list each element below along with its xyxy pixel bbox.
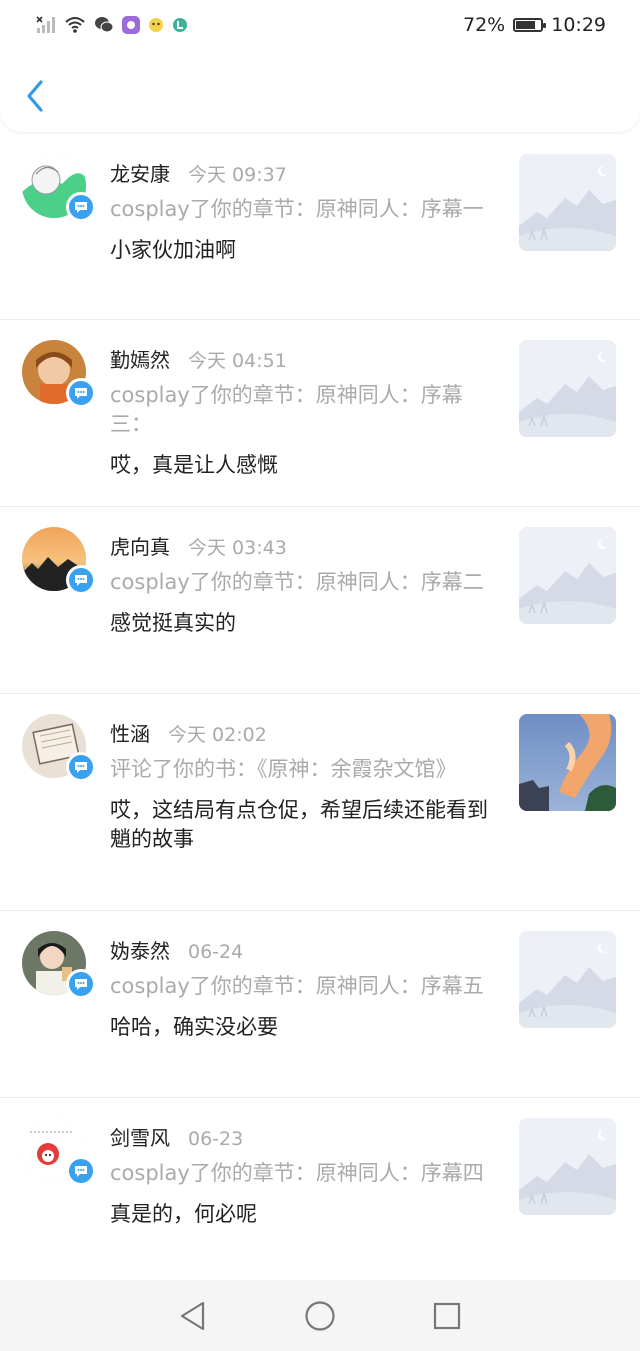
- chapter-thumbnail[interactable]: [519, 1118, 616, 1215]
- nav-home-button[interactable]: [300, 1296, 340, 1336]
- circle-home-icon: [305, 1300, 335, 1331]
- square-recents-icon: [433, 1302, 460, 1329]
- comment-badge: [66, 565, 96, 595]
- name-row: 龙安康 今天 09:37: [110, 158, 490, 187]
- chapter-thumbnail[interactable]: [519, 931, 616, 1028]
- timestamp: 今天 02:02: [168, 724, 267, 746]
- comment-badge: [66, 1156, 96, 1186]
- system-nav-bar: [0, 1280, 640, 1351]
- signal-icon: [36, 16, 56, 34]
- status-bar: 72% 10:29: [0, 0, 640, 50]
- header: 72% 10:29: [0, 0, 640, 132]
- nav-recents-button[interactable]: [427, 1296, 467, 1336]
- action-text[interactable]: cosplay了你的章节：原神同人：序幕三：: [110, 381, 490, 439]
- item-content: 性涵 今天 02:02 评论了你的书：《原神：余霞杂文馆》 哎，这结局有点仓促，…: [110, 718, 490, 854]
- comment-text[interactable]: 感觉挺真实的: [110, 609, 490, 638]
- clock: 10:29: [551, 14, 606, 36]
- app-icon-teal: [172, 17, 188, 33]
- battery-percent: 72%: [463, 14, 506, 36]
- avatar-container[interactable]: [22, 527, 96, 595]
- avatar-container[interactable]: [22, 931, 96, 999]
- avatar-container[interactable]: [22, 1118, 96, 1186]
- back-button[interactable]: [20, 74, 50, 118]
- comment-icon: [75, 202, 87, 213]
- comment-icon: [75, 979, 87, 990]
- avatar-container[interactable]: [22, 340, 96, 408]
- comment-icon: [75, 575, 87, 586]
- comment-text[interactable]: 真是的，何必呢: [110, 1200, 490, 1229]
- action-text[interactable]: cosplay了你的章节：原神同人：序幕五: [110, 972, 490, 1001]
- name-row: 勤嫣然 今天 04:51: [110, 344, 490, 373]
- item-content: 勤嫣然 今天 04:51 cosplay了你的章节：原神同人：序幕三： 哎，真是…: [110, 344, 490, 480]
- wechat-icon: [94, 16, 114, 34]
- action-text[interactable]: cosplay了你的章节：原神同人：序幕四: [110, 1159, 490, 1188]
- action-text[interactable]: 评论了你的书：《原神：余霞杂文馆》: [110, 755, 490, 784]
- user-name[interactable]: 虎向真: [110, 531, 170, 560]
- comment-icon: [75, 1166, 87, 1177]
- avatar-container[interactable]: [22, 714, 96, 782]
- comment-text[interactable]: 哈哈，确实没必要: [110, 1013, 490, 1042]
- comment-text[interactable]: 哎，真是让人感慨: [110, 451, 490, 480]
- comment-text[interactable]: 哎，这结局有点仓促，希望后续还能看到魈的故事: [110, 796, 490, 854]
- comment-badge: [66, 752, 96, 782]
- timestamp: 今天 03:43: [188, 537, 287, 559]
- action-text[interactable]: cosplay了你的章节：原神同人：序幕二: [110, 568, 490, 597]
- notification-list: 龙安康 今天 09:37 cosplay了你的章节：原神同人：序幕一 小家伙加油…: [0, 134, 640, 1285]
- name-row: 妫泰然 06-24: [110, 935, 490, 964]
- action-text[interactable]: cosplay了你的章节：原神同人：序幕一: [110, 195, 490, 224]
- comment-badge: [66, 969, 96, 999]
- notification-item[interactable]: 勤嫣然 今天 04:51 cosplay了你的章节：原神同人：序幕三： 哎，真是…: [0, 320, 640, 507]
- user-name[interactable]: 性涵: [110, 718, 150, 747]
- status-icons: [36, 16, 188, 34]
- notification-item[interactable]: 剑雪风 06-23 cosplay了你的章节：原神同人：序幕四 真是的，何必呢: [0, 1098, 640, 1285]
- item-content: 剑雪风 06-23 cosplay了你的章节：原神同人：序幕四 真是的，何必呢: [110, 1122, 490, 1229]
- nav-back-button[interactable]: [173, 1296, 213, 1336]
- chapter-thumbnail[interactable]: [519, 340, 616, 437]
- chapter-thumbnail[interactable]: [519, 154, 616, 251]
- wifi-icon: [64, 16, 86, 34]
- name-row: 剑雪风 06-23: [110, 1122, 490, 1151]
- comment-badge: [66, 378, 96, 408]
- timestamp: 今天 09:37: [188, 164, 287, 186]
- notification-item[interactable]: 性涵 今天 02:02 评论了你的书：《原神：余霞杂文馆》 哎，这结局有点仓促，…: [0, 694, 640, 911]
- chapter-thumbnail[interactable]: [519, 527, 616, 624]
- battery-icon: [513, 18, 547, 32]
- comment-badge: [66, 192, 96, 222]
- chevron-left-icon: [27, 80, 43, 112]
- status-right: 72% 10:29: [463, 14, 606, 36]
- notification-item[interactable]: 虎向真 今天 03:43 cosplay了你的章节：原神同人：序幕二 感觉挺真实…: [0, 507, 640, 694]
- app-icon-yellow: [148, 17, 164, 33]
- user-name[interactable]: 妫泰然: [110, 935, 170, 964]
- comment-text[interactable]: 小家伙加油啊: [110, 236, 490, 265]
- app-icon-purple: [122, 16, 140, 34]
- notification-item[interactable]: 妫泰然 06-24 cosplay了你的章节：原神同人：序幕五 哈哈，确实没必要: [0, 911, 640, 1098]
- battery-level: [516, 21, 535, 29]
- comment-icon: [75, 762, 87, 773]
- user-name[interactable]: 龙安康: [110, 158, 170, 187]
- notification-item[interactable]: 龙安康 今天 09:37 cosplay了你的章节：原神同人：序幕一 小家伙加油…: [0, 134, 640, 320]
- item-content: 妫泰然 06-24 cosplay了你的章节：原神同人：序幕五 哈哈，确实没必要: [110, 935, 490, 1042]
- user-name[interactable]: 勤嫣然: [110, 344, 170, 373]
- timestamp: 06-24: [188, 941, 244, 963]
- triangle-back-icon: [181, 1301, 205, 1330]
- comment-icon: [75, 388, 87, 399]
- timestamp: 今天 04:51: [188, 350, 287, 372]
- item-content: 龙安康 今天 09:37 cosplay了你的章节：原神同人：序幕一 小家伙加油…: [110, 158, 490, 265]
- chapter-thumbnail[interactable]: [519, 714, 616, 811]
- name-row: 虎向真 今天 03:43: [110, 531, 490, 560]
- name-row: 性涵 今天 02:02: [110, 718, 490, 747]
- timestamp: 06-23: [188, 1128, 244, 1150]
- avatar-container[interactable]: [22, 154, 96, 222]
- item-content: 虎向真 今天 03:43 cosplay了你的章节：原神同人：序幕二 感觉挺真实…: [110, 531, 490, 638]
- user-name[interactable]: 剑雪风: [110, 1122, 170, 1151]
